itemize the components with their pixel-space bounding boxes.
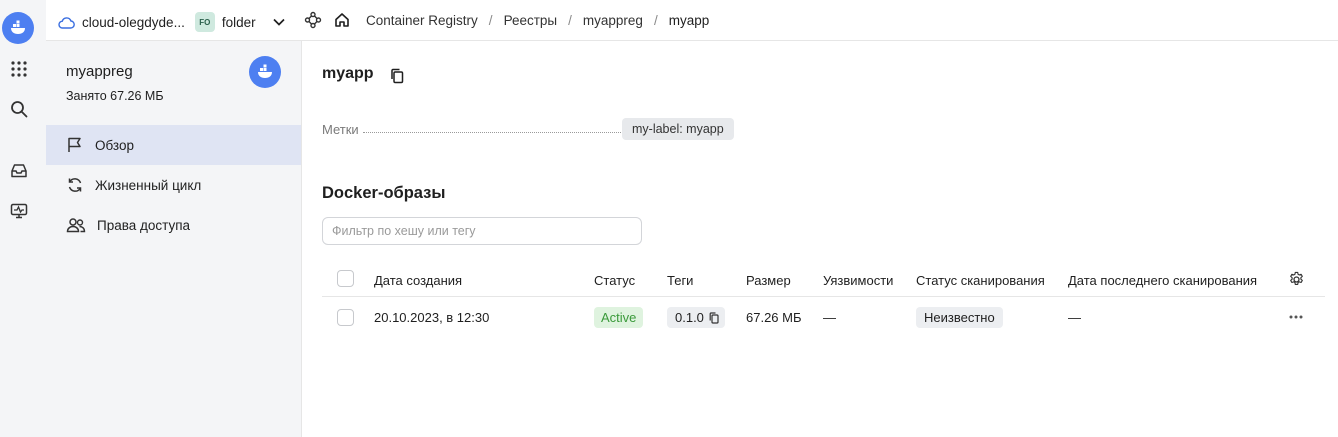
chevron-down-icon[interactable]	[273, 18, 285, 26]
registry-logo-icon[interactable]	[2, 12, 34, 44]
status-badge: Active	[594, 307, 644, 328]
breadcrumb-container-registry[interactable]: Container Registry	[366, 13, 478, 28]
apps-grid-icon[interactable]	[3, 53, 35, 85]
monitoring-icon[interactable]	[3, 195, 35, 227]
tag-label: 0.1.0	[675, 310, 704, 325]
breadcrumb-separator: /	[488, 12, 493, 28]
cell-vulnerabilities: —	[823, 310, 836, 325]
sidebar: myappreg Занято 67.26 МБ Обзор Жизненный…	[46, 41, 302, 437]
label-chip: my-label: myapp	[622, 118, 734, 140]
inbox-icon[interactable]	[3, 155, 35, 187]
cell-created: 20.10.2023, в 12:30	[374, 310, 490, 325]
top-bar: cloud-olegdyde... FO folder Container Re…	[46, 0, 1338, 41]
search-icon[interactable]	[3, 93, 35, 125]
gear-icon[interactable]	[1288, 271, 1305, 288]
table-header: Дата создания Статус Теги Размер Уязвимо…	[322, 263, 1325, 297]
select-all-checkbox[interactable]	[337, 270, 354, 287]
sidebar-item-access-rights[interactable]: Права доступа	[46, 205, 301, 245]
copy-icon[interactable]	[709, 311, 719, 324]
row-checkbox[interactable]	[337, 309, 354, 326]
cloud-icon	[58, 16, 75, 29]
flag-icon	[66, 136, 84, 154]
sidebar-item-label: Жизненный цикл	[95, 177, 202, 193]
home-icon[interactable]	[334, 12, 350, 28]
cloud-selector[interactable]: cloud-olegdyde... FO folder	[58, 12, 285, 32]
registry-service-icon	[249, 56, 281, 88]
app-rail	[0, 0, 46, 437]
main-content: myapp Метки my-label: myapp Docker-образ…	[302, 41, 1338, 437]
tag-chip: 0.1.0	[667, 307, 725, 328]
copy-icon[interactable]	[390, 68, 404, 84]
breadcrumb: Container Registry / Реестры / myappreg …	[304, 11, 709, 29]
more-actions-icon[interactable]	[1288, 309, 1304, 325]
column-status[interactable]: Статус	[594, 273, 635, 288]
column-tags[interactable]: Теги	[667, 273, 693, 288]
filter-input[interactable]	[322, 217, 642, 245]
column-scan-status[interactable]: Статус сканирования	[916, 273, 1045, 288]
sidebar-item-label: Права доступа	[97, 217, 191, 233]
breadcrumb-separator: /	[653, 12, 658, 28]
column-last-scan[interactable]: Дата последнего сканирования	[1068, 273, 1257, 288]
section-title: Docker-образы	[322, 184, 446, 202]
cell-last-scan: —	[1068, 310, 1081, 325]
folder-badge: FO	[194, 12, 215, 32]
users-icon	[66, 216, 86, 234]
breadcrumb-registry[interactable]: myappreg	[583, 13, 643, 28]
sidebar-item-lifecycle[interactable]: Жизненный цикл	[46, 165, 301, 205]
refresh-icon	[66, 176, 84, 194]
scan-status-badge: Неизвестно	[916, 307, 1003, 328]
column-created[interactable]: Дата создания	[374, 273, 462, 288]
services-graph-icon[interactable]	[304, 11, 322, 29]
breadcrumb-separator: /	[568, 12, 572, 28]
breadcrumb-repository: myapp	[668, 12, 710, 28]
table-row[interactable]: 20.10.2023, в 12:30 Active 0.1.0 67.26 М…	[322, 298, 1325, 338]
page-title: myapp	[322, 65, 374, 82]
column-vulnerabilities[interactable]: Уязвимости	[823, 273, 893, 288]
cell-size: 67.26 МБ	[746, 310, 802, 325]
cloud-name: cloud-olegdyde...	[82, 14, 185, 30]
breadcrumb-registries[interactable]: Реестры	[504, 13, 558, 28]
sidebar-item-overview[interactable]: Обзор	[46, 125, 301, 165]
registry-usage: Занято 67.26 МБ	[66, 89, 164, 103]
registry-name: myappreg	[66, 63, 133, 80]
labels-key: Метки	[322, 122, 359, 137]
sidebar-item-label: Обзор	[95, 137, 134, 153]
dotted-leader	[363, 132, 621, 133]
column-size[interactable]: Размер	[746, 273, 791, 288]
folder-name: folder	[221, 14, 256, 30]
